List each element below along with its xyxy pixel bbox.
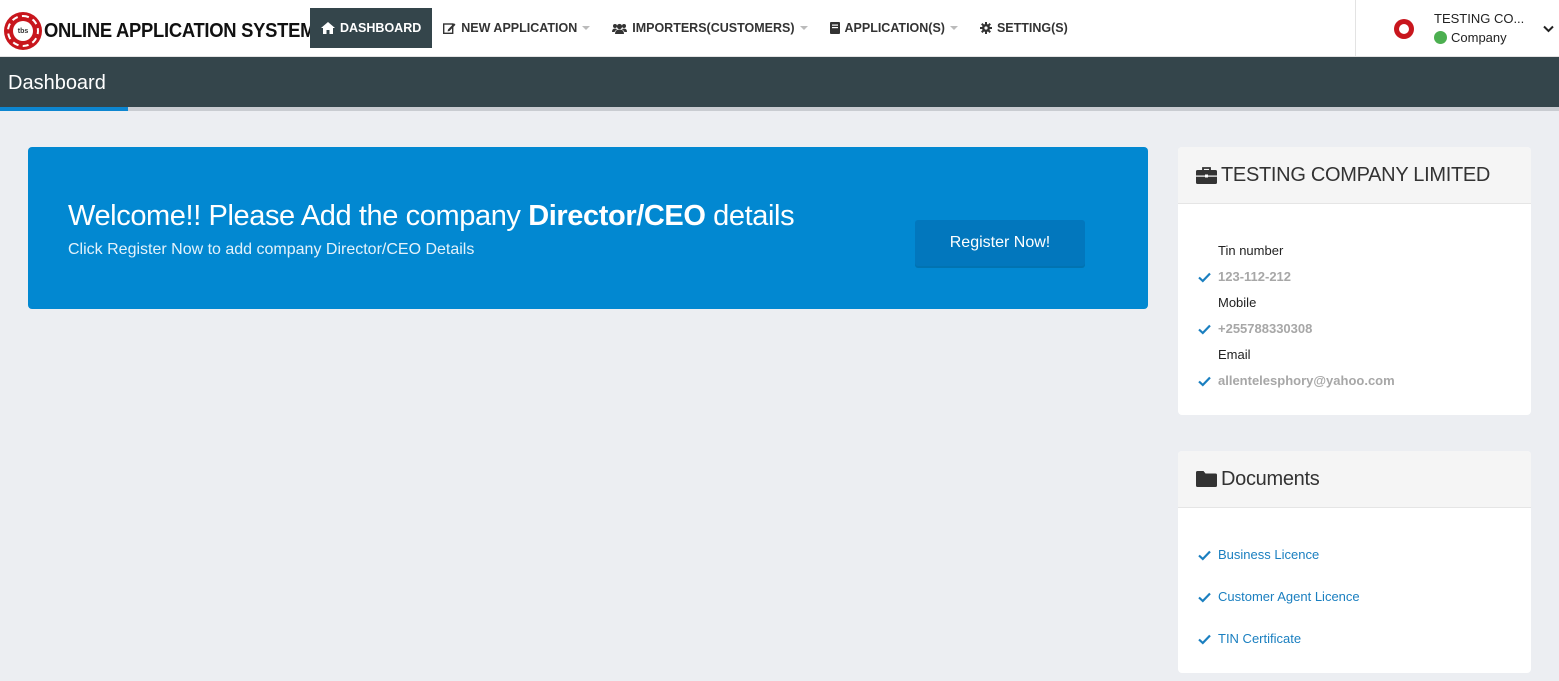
users-icon: [612, 23, 628, 34]
document-link-customer-agent-licence[interactable]: Customer Agent Licence: [1218, 589, 1360, 604]
nav-importers-label: IMPORTERS(CUSTOMERS): [632, 21, 795, 35]
nav-new-application[interactable]: NEW APPLICATION: [432, 8, 601, 48]
mobile-value: +255788330308: [1218, 321, 1313, 336]
folder-icon: [1196, 471, 1217, 487]
chevron-down-icon: [799, 26, 808, 30]
chevron-down-icon: [582, 26, 591, 30]
book-icon: [829, 22, 840, 34]
page-header: Dashboard: [0, 57, 1559, 111]
banner-title: Welcome!! Please Add the company Directo…: [68, 200, 795, 233]
document-link-tin-certificate[interactable]: TIN Certificate: [1218, 631, 1301, 646]
brand-title: ONLINE APPLICATION SYSTEM: [44, 19, 316, 42]
company-card-header: TESTING COMPANY LIMITED: [1178, 147, 1531, 204]
banner-subtitle: Click Register Now to add company Direct…: [68, 241, 475, 258]
company-name: TESTING COMPANY LIMITED: [1221, 163, 1491, 186]
check-icon: [1198, 270, 1211, 288]
gear-icon: [979, 22, 992, 34]
check-icon: [1198, 590, 1211, 608]
welcome-banner: Welcome!! Please Add the company Directo…: [28, 147, 1148, 309]
mobile-label: Mobile: [1218, 295, 1257, 310]
user-role: Company: [1434, 30, 1507, 45]
nav-dashboard[interactable]: DASHBOARD: [310, 8, 433, 48]
nav-settings-label: SETTING(S): [996, 21, 1068, 35]
company-card: TESTING COMPANY LIMITED Tin number 123-1…: [1178, 147, 1531, 415]
documents-card: Documents Business Licence Customer Agen…: [1178, 451, 1531, 673]
banner-title-pre: Welcome!! Please Add the company: [68, 200, 529, 232]
user-menu[interactable]: TESTING CO... Company: [1355, 0, 1559, 57]
header-divider: [128, 107, 1559, 111]
register-now-button[interactable]: Register Now!: [915, 220, 1085, 266]
brand[interactable]: tbs ONLINE APPLICATION SYSTEM: [4, 11, 339, 51]
nav-settings[interactable]: SETTING(S): [969, 8, 1079, 48]
documents-title: Documents: [1221, 467, 1320, 490]
check-icon: [1198, 322, 1211, 340]
nav-dashboard-label: DASHBOARD: [340, 21, 422, 35]
check-icon: [1198, 374, 1211, 392]
chevron-down-icon: [949, 26, 958, 30]
chevron-down-icon[interactable]: [1543, 20, 1554, 38]
check-icon: [1198, 632, 1211, 650]
nav-importers[interactable]: IMPORTERS(CUSTOMERS): [601, 8, 818, 48]
nav-applications-label: APPLICATION(S): [844, 21, 945, 35]
page-title: Dashboard: [8, 72, 106, 94]
user-name: TESTING CO...: [1434, 11, 1525, 26]
logo-text: tbs: [13, 21, 33, 41]
user-role-label: Company: [1451, 30, 1507, 45]
home-icon: [321, 22, 335, 34]
check-icon: [1198, 548, 1211, 566]
email-label: Email: [1218, 347, 1251, 362]
documents-card-header: Documents: [1178, 451, 1531, 508]
tin-value: 123-112-212: [1218, 269, 1292, 284]
briefcase-icon: [1196, 166, 1217, 184]
banner-title-post: details: [705, 200, 795, 232]
nav-applications[interactable]: APPLICATION(S): [819, 8, 969, 48]
tin-label: Tin number: [1218, 243, 1284, 258]
banner-title-bold: Director/CEO: [528, 200, 706, 232]
document-link-business-licence[interactable]: Business Licence: [1218, 547, 1319, 562]
logo: tbs: [4, 12, 42, 50]
avatar: [1394, 19, 1414, 39]
page-title-underline: [0, 107, 128, 111]
edit-icon: [443, 22, 456, 34]
top-navbar: tbs ONLINE APPLICATION SYSTEM DASHBOARD …: [0, 0, 1559, 57]
email-value: allentelesphory@yahoo.com: [1218, 373, 1395, 388]
main-nav: DASHBOARD NEW APPLICATION IMPORTERS(CUST…: [310, 8, 1079, 48]
nav-new-application-label: NEW APPLICATION: [461, 21, 578, 35]
online-status-icon: [1434, 31, 1447, 44]
